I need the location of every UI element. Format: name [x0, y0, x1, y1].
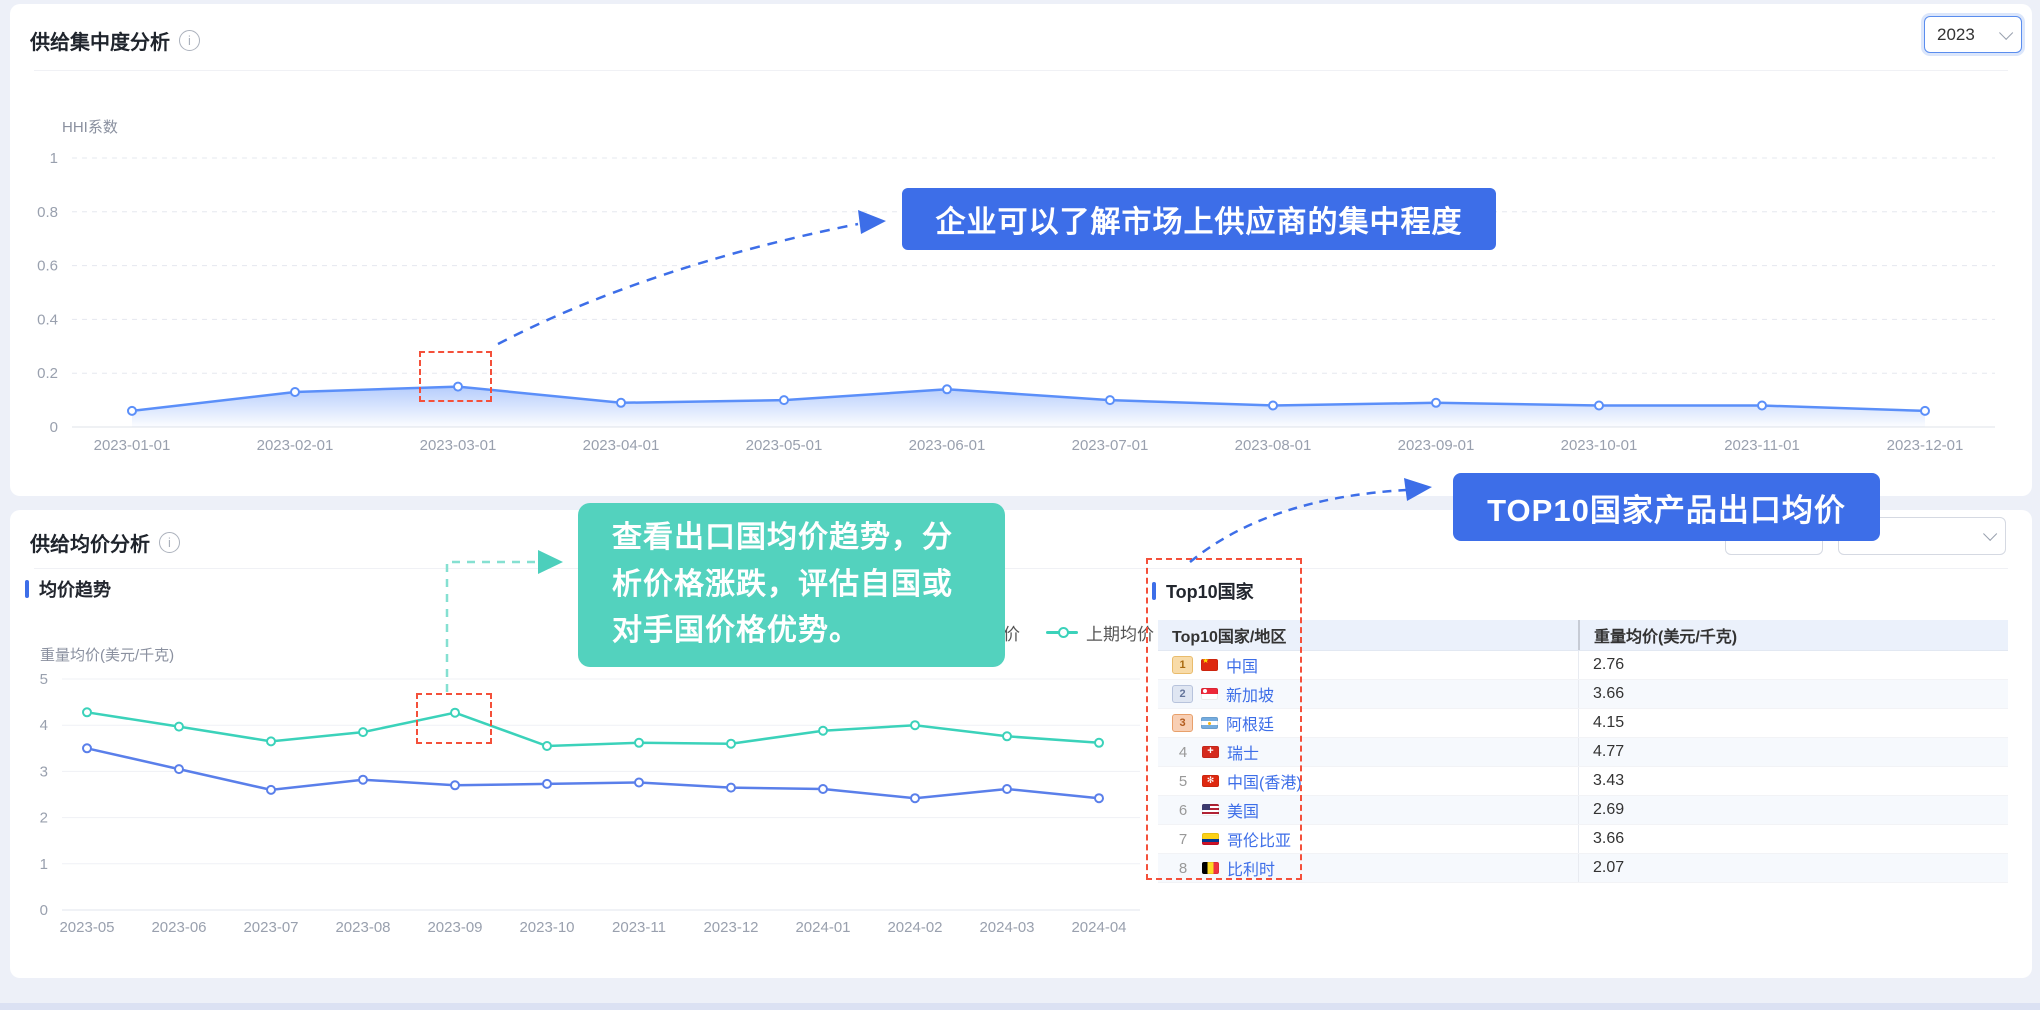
divider	[34, 70, 2008, 71]
column-header-price: 重量均价(美元/千克)	[1578, 620, 2008, 650]
info-icon[interactable]: i	[159, 532, 180, 553]
svg-text:1: 1	[50, 150, 58, 167]
price-value: 4.15	[1578, 709, 2008, 737]
panel-title-text: 供给均价分析	[30, 528, 150, 557]
svg-text:2023-05: 2023-05	[59, 919, 114, 936]
svg-text:2023-04-01: 2023-04-01	[583, 437, 660, 454]
svg-text:0.8: 0.8	[37, 204, 58, 221]
legend-label: 上期均价	[1086, 620, 1154, 645]
callout-top10-export-price: TOP10国家产品出口均价	[1453, 473, 1880, 541]
panel-title-price: 供给均价分析 i	[30, 528, 180, 557]
highlight-box-hhi-peak	[419, 351, 492, 402]
callout-price-trend-tip: 查看出口国均价趋势，分析价格涨跌，评估自国或对手国价格优势。	[578, 503, 1005, 667]
year-select-value: 2023	[1937, 25, 1975, 45]
section-price-trend: 均价趋势	[25, 576, 111, 602]
svg-text:2023-08: 2023-08	[335, 919, 390, 936]
svg-text:2024-01: 2024-01	[795, 919, 850, 936]
price-value: 3.43	[1578, 767, 2008, 795]
svg-text:4: 4	[40, 717, 48, 734]
svg-text:2023-03-01: 2023-03-01	[420, 437, 497, 454]
svg-text:1: 1	[40, 856, 48, 873]
svg-text:2023-07-01: 2023-07-01	[1072, 437, 1149, 454]
svg-text:2023-06-01: 2023-06-01	[909, 437, 986, 454]
svg-text:2024-03: 2024-03	[979, 919, 1034, 936]
section-label: 均价趋势	[39, 576, 111, 602]
svg-text:2023-10: 2023-10	[519, 919, 574, 936]
price-value: 3.66	[1578, 825, 2008, 853]
panel-title-text: 供给集中度分析	[30, 26, 170, 55]
price-value: 2.69	[1578, 796, 2008, 824]
svg-text:重量均价(美元/千克): 重量均价(美元/千克)	[40, 647, 174, 664]
price-value: 4.77	[1578, 738, 2008, 766]
svg-text:2023-02-01: 2023-02-01	[257, 437, 334, 454]
chevron-down-icon	[1983, 527, 1997, 541]
svg-text:2023-09: 2023-09	[427, 919, 482, 936]
panel-title-concentration: 供给集中度分析 i	[30, 26, 200, 55]
svg-text:2024-04: 2024-04	[1071, 919, 1126, 936]
svg-text:2023-10-01: 2023-10-01	[1561, 437, 1638, 454]
svg-text:0.2: 0.2	[37, 365, 58, 382]
svg-text:2023-07: 2023-07	[243, 919, 298, 936]
svg-text:2023-05-01: 2023-05-01	[746, 437, 823, 454]
svg-text:5: 5	[40, 671, 48, 688]
highlight-box-price-peak	[416, 693, 492, 744]
callout-concentration: 企业可以了解市场上供应商的集中程度	[902, 188, 1496, 250]
svg-text:0: 0	[50, 419, 58, 436]
price-value: 3.66	[1578, 680, 2008, 708]
svg-text:2023-06: 2023-06	[151, 919, 206, 936]
svg-text:HHI系数: HHI系数	[62, 119, 118, 136]
svg-text:2023-08-01: 2023-08-01	[1235, 437, 1312, 454]
svg-text:2023-11-01: 2023-11-01	[1724, 437, 1800, 454]
svg-text:3: 3	[40, 763, 48, 780]
svg-text:0: 0	[40, 902, 48, 919]
svg-text:2023-09-01: 2023-09-01	[1398, 437, 1475, 454]
info-icon[interactable]: i	[179, 30, 200, 51]
svg-text:2023-01-01: 2023-01-01	[94, 437, 171, 454]
year-select[interactable]: 2023	[1924, 16, 2022, 53]
svg-text:2023-12: 2023-12	[703, 919, 758, 936]
legend-marker-teal	[1046, 631, 1078, 634]
legend-item-previous[interactable]: 上期均价	[1046, 620, 1154, 645]
svg-text:2024-02: 2024-02	[887, 919, 942, 936]
section-bar	[25, 580, 29, 598]
price-value: 2.07	[1578, 854, 2008, 882]
svg-text:2: 2	[40, 810, 48, 827]
svg-text:0.4: 0.4	[37, 311, 58, 328]
divider	[34, 568, 2008, 569]
svg-text:2023-12-01: 2023-12-01	[1887, 437, 1964, 454]
dashboard-page: 供给集中度分析 i 供给均价分析 i 2023 均价趋势 Top10国家 本期均…	[0, 0, 2040, 1010]
chevron-down-icon	[1999, 25, 2013, 39]
svg-text:0.6: 0.6	[37, 258, 58, 275]
price-value: 2.76	[1578, 651, 2008, 679]
highlight-box-top10-table	[1146, 558, 1302, 880]
svg-text:2023-11: 2023-11	[612, 919, 666, 936]
